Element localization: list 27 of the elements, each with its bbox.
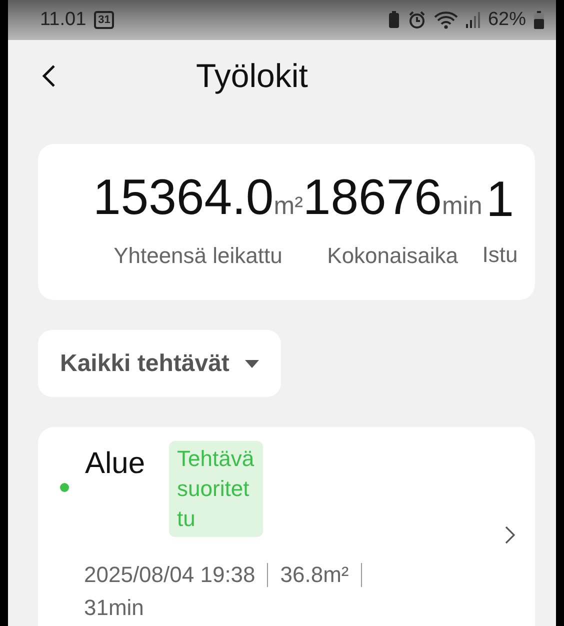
alarm-icon bbox=[408, 11, 426, 29]
wifi-icon bbox=[434, 11, 458, 29]
battery-saver-icon bbox=[388, 11, 400, 29]
filter-dropdown[interactable]: Kaikki tehtävät bbox=[38, 330, 282, 397]
task-date: 2025/08/04 19:38 bbox=[84, 561, 256, 589]
stat-value: 15364.0 bbox=[93, 172, 274, 222]
stat-value: 18676 bbox=[302, 172, 442, 222]
stat-label: Kokonaisaika bbox=[327, 242, 458, 270]
stat-label: Yhteensä leikattu bbox=[114, 242, 282, 270]
chevron-right-icon bbox=[505, 526, 515, 544]
task-name: Alue bbox=[85, 449, 146, 479]
caret-icon bbox=[245, 360, 260, 368]
back-icon[interactable] bbox=[42, 64, 56, 88]
battery-text: 62% bbox=[488, 8, 526, 32]
task-card[interactable]: Alue Tehtävä suoritettu 2025/08/04 19:38 36.8m² 31min bbox=[38, 427, 535, 626]
calendar-icon: 31 bbox=[94, 11, 114, 29]
battery-icon bbox=[534, 11, 544, 29]
task-duration: 31min bbox=[84, 594, 144, 622]
page-title: Työlokit bbox=[196, 56, 308, 96]
task-area: 36.8m² bbox=[280, 558, 349, 591]
time-text: 11.01 bbox=[40, 8, 86, 32]
stat-label: Istu bbox=[482, 240, 518, 268]
signal-icon bbox=[466, 12, 480, 28]
status-tag: Tehtävä suoritettu bbox=[169, 441, 264, 537]
stat-value: 1 bbox=[486, 174, 514, 224]
stat-unit: m² bbox=[274, 190, 303, 222]
stat-unit: min bbox=[442, 190, 482, 222]
